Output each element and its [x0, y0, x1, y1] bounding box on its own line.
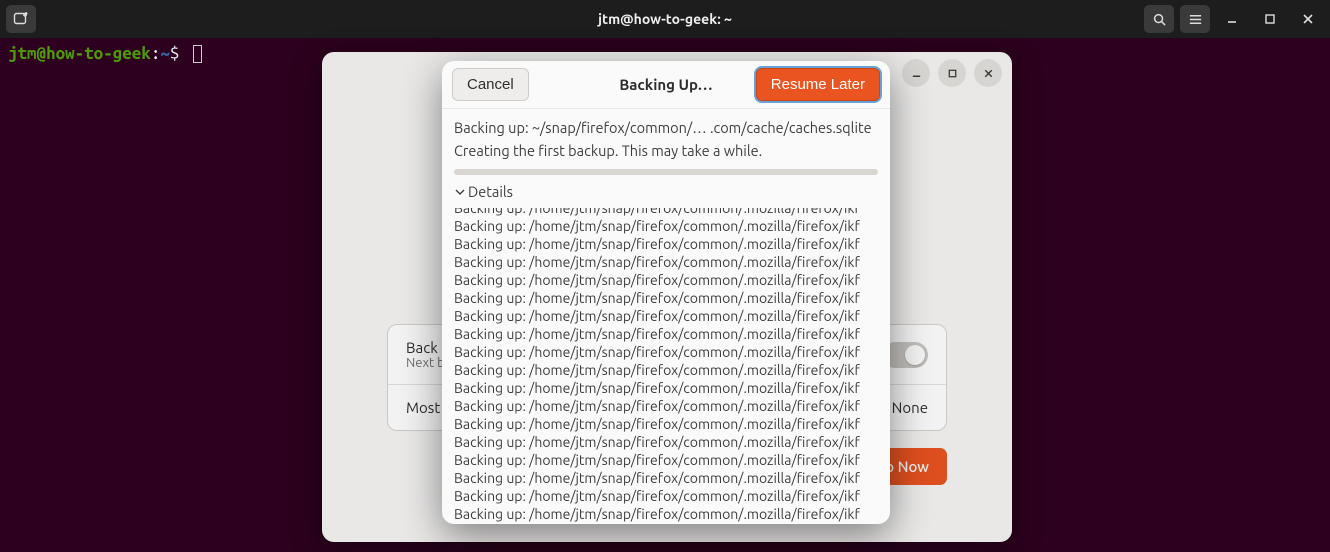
terminal-plus-icon [13, 11, 29, 27]
new-tab-button[interactable] [6, 5, 36, 33]
maximize-button[interactable] [1254, 13, 1286, 25]
terminal-title: jtm@how-to-geek: ~ [0, 11, 1330, 27]
cancel-button[interactable]: Cancel [452, 68, 529, 101]
maximize-icon [1264, 13, 1276, 25]
terminal-titlebar: jtm@how-to-geek: ~ [0, 0, 1330, 38]
current-file-label: Backing up: ~/snap/firefox/common/… .com… [454, 119, 878, 136]
log-line: Backing up: /home/jtm/snap/firefox/commo… [454, 343, 878, 361]
status-message: Creating the first backup. This may take… [454, 142, 878, 159]
log-line: Backing up: /home/jtm/snap/firefox/commo… [454, 397, 878, 415]
log-line: Backing up: /home/jtm/snap/firefox/commo… [454, 487, 878, 505]
log-line: Backing up: /home/jtm/snap/firefox/commo… [454, 289, 878, 307]
prompt-user-host: jtm@how-to-geek [8, 44, 151, 63]
backup-progress-dialog: Cancel Backing Up… Resume Later Backing … [442, 61, 890, 524]
minimize-button[interactable] [1216, 13, 1248, 25]
details-label: Details [468, 183, 513, 200]
minimize-icon [1226, 13, 1238, 25]
menu-button[interactable] [1180, 5, 1210, 33]
log-line: Backing up: /home/jtm/snap/firefox/commo… [454, 505, 878, 523]
log-line: Backing up: /home/jtm/snap/firefox/commo… [454, 208, 878, 217]
log-line: Backing up: /home/jtm/snap/firefox/commo… [454, 307, 878, 325]
search-icon [1152, 12, 1167, 27]
log-line: Backing up: /home/jtm/snap/firefox/commo… [454, 379, 878, 397]
log-line: Backing up: /home/jtm/snap/firefox/commo… [454, 361, 878, 379]
close-window-button[interactable] [1292, 13, 1324, 25]
hamburger-icon [1188, 12, 1203, 27]
search-button[interactable] [1144, 5, 1174, 33]
details-expander[interactable]: Details [454, 183, 878, 200]
log-line: Backing up: /home/jtm/snap/firefox/commo… [454, 217, 878, 235]
details-log[interactable]: Backing up: /home/jtm/snap/firefox/commo… [442, 208, 890, 524]
progress-bar [454, 169, 878, 175]
dialog-header: Cancel Backing Up… Resume Later [442, 61, 890, 109]
log-line: Backing up: /home/jtm/snap/firefox/commo… [454, 469, 878, 487]
terminal-cursor [193, 45, 202, 63]
log-line: Backing up: /home/jtm/snap/firefox/commo… [454, 415, 878, 433]
log-line: Backing up: /home/jtm/snap/firefox/commo… [454, 235, 878, 253]
log-line: Backing up: /home/jtm/snap/firefox/commo… [454, 325, 878, 343]
close-icon [1302, 13, 1314, 25]
log-line: Backing up: /home/jtm/snap/firefox/commo… [454, 253, 878, 271]
resume-later-button[interactable]: Resume Later [756, 68, 880, 101]
prompt-path: ~ [160, 44, 170, 63]
chevron-down-icon [454, 186, 466, 198]
log-line: Backing up: /home/jtm/snap/firefox/commo… [454, 451, 878, 469]
log-line: Backing up: /home/jtm/snap/firefox/commo… [454, 433, 878, 451]
log-line: Backing up: /home/jtm/snap/firefox/commo… [454, 271, 878, 289]
